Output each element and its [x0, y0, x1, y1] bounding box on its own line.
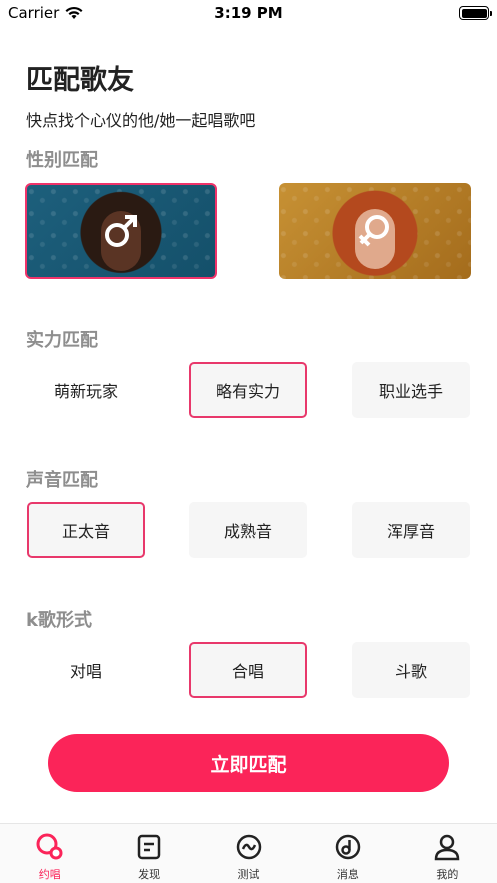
skill-section-title: 实力匹配 [26, 330, 98, 351]
voice-option-boyish[interactable]: 正太音 [27, 502, 145, 558]
message-icon [335, 834, 361, 860]
female-symbol-icon [358, 215, 389, 247]
tab-message-label: 消息 [336, 868, 359, 881]
status-bar: Carrier 3:19 PM [0, 0, 497, 26]
tab-test-label: 测试 [237, 868, 260, 881]
discover-icon [137, 834, 161, 860]
ktv-option-duet[interactable]: 对唱 [27, 642, 145, 698]
tab-bar: 约唱 发现 测试 消息 我的 [0, 823, 497, 883]
gender-card-male[interactable] [25, 183, 217, 279]
page-title: 匹配歌友 [26, 65, 134, 96]
voice-option-deep[interactable]: 浑厚音 [352, 502, 470, 558]
page-subtitle: 快点找个心仪的他/她一起唱歌吧 [26, 111, 256, 130]
gender-card-female[interactable] [279, 183, 471, 279]
test-icon [236, 834, 261, 860]
ktv-section-title: k歌形式 [26, 610, 92, 631]
male-symbol-icon [105, 215, 137, 247]
ktv-option-battle[interactable]: 斗歌 [352, 642, 470, 698]
profile-icon [435, 834, 460, 861]
voice-section-title: 声音匹配 [26, 470, 98, 491]
tab-profile[interactable]: 我的 [398, 824, 497, 883]
battery-icon [459, 6, 492, 20]
gender-section-title: 性别匹配 [26, 150, 98, 171]
tab-discover[interactable]: 发现 [99, 824, 198, 883]
voice-option-mature[interactable]: 成熟音 [189, 502, 307, 558]
match-now-button[interactable]: 立即匹配 [48, 734, 449, 792]
skill-option-skilled[interactable]: 略有实力 [189, 362, 307, 418]
tab-profile-label: 我的 [436, 868, 459, 881]
tab-sing[interactable]: 约唱 [0, 824, 99, 883]
tab-test[interactable]: 测试 [199, 824, 298, 883]
tab-sing-label: 约唱 [38, 868, 61, 881]
tab-discover-label: 发现 [138, 868, 161, 881]
status-time: 3:19 PM [214, 4, 283, 22]
sing-icon [36, 833, 63, 860]
skill-option-pro[interactable]: 职业选手 [352, 362, 470, 418]
ktv-option-chorus[interactable]: 合唱 [189, 642, 307, 698]
tab-message[interactable]: 消息 [298, 824, 397, 883]
skill-option-newbie[interactable]: 萌新玩家 [27, 362, 145, 418]
